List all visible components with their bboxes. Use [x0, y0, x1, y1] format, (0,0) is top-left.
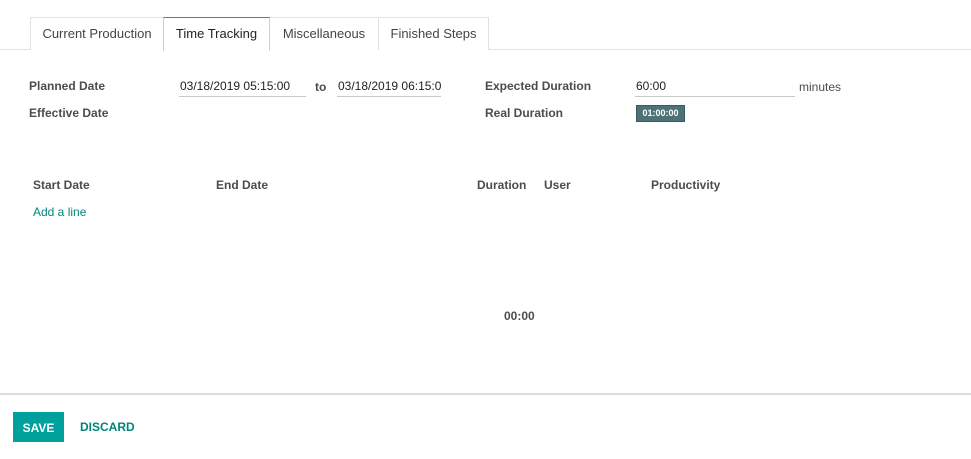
real-duration-label: Real Duration [485, 106, 564, 120]
column-header-productivity[interactable]: Productivity [651, 178, 720, 192]
minutes-label: minutes [799, 80, 842, 94]
column-header-user[interactable]: User [544, 178, 571, 192]
discard-button[interactable]: DISCARD [80, 412, 135, 442]
total-duration: 00:00 [504, 309, 535, 323]
effective-date-label: Effective Date [29, 106, 109, 120]
tab-finished-steps[interactable]: Finished Steps [378, 17, 489, 50]
planned-date-label: Planned Date [29, 79, 106, 93]
planned-date-end-input[interactable]: 03/18/2019 06:15:00 [337, 77, 441, 97]
column-header-duration[interactable]: Duration [477, 178, 526, 192]
tab-miscellaneous[interactable]: Miscellaneous [269, 17, 379, 50]
column-header-start-date[interactable]: Start Date [33, 178, 90, 192]
real-duration-badge: 01:00:00 [636, 105, 685, 122]
notebook-tabs: Current Production Time Tracking Miscell… [0, 0, 971, 51]
save-button[interactable]: SAVE [13, 412, 64, 442]
expected-duration-label: Expected Duration [485, 79, 592, 93]
column-header-end-date[interactable]: End Date [216, 178, 268, 192]
planned-date-start-input[interactable]: 03/18/2019 05:15:00 [179, 77, 306, 97]
expected-duration-input[interactable]: 60:00 [635, 77, 795, 97]
tab-time-tracking[interactable]: Time Tracking [163, 17, 270, 51]
form-footer [0, 395, 971, 459]
tab-current-production[interactable]: Current Production [30, 17, 164, 50]
add-line-link[interactable]: Add a line [33, 205, 86, 219]
to-label: to [315, 80, 327, 94]
